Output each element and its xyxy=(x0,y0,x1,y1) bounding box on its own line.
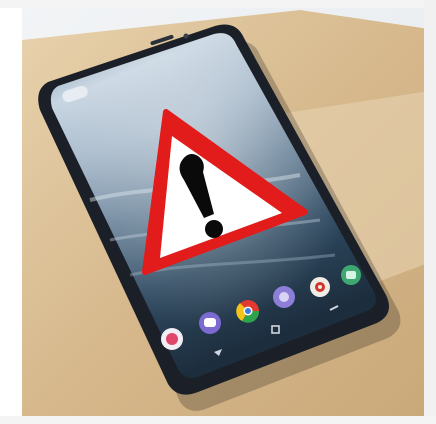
extra-app-icon xyxy=(341,265,361,285)
phone-app-icon xyxy=(161,328,183,350)
photo xyxy=(0,0,436,424)
frame-right xyxy=(424,0,436,424)
frame-bottom xyxy=(0,416,436,424)
front-camera xyxy=(183,33,189,39)
messages-app-icon xyxy=(199,312,221,334)
camera-app-icon xyxy=(273,286,295,308)
frame-top xyxy=(0,0,436,8)
photo-scene xyxy=(0,0,436,424)
play-store-app-icon xyxy=(310,277,330,297)
frame-left xyxy=(0,0,22,424)
